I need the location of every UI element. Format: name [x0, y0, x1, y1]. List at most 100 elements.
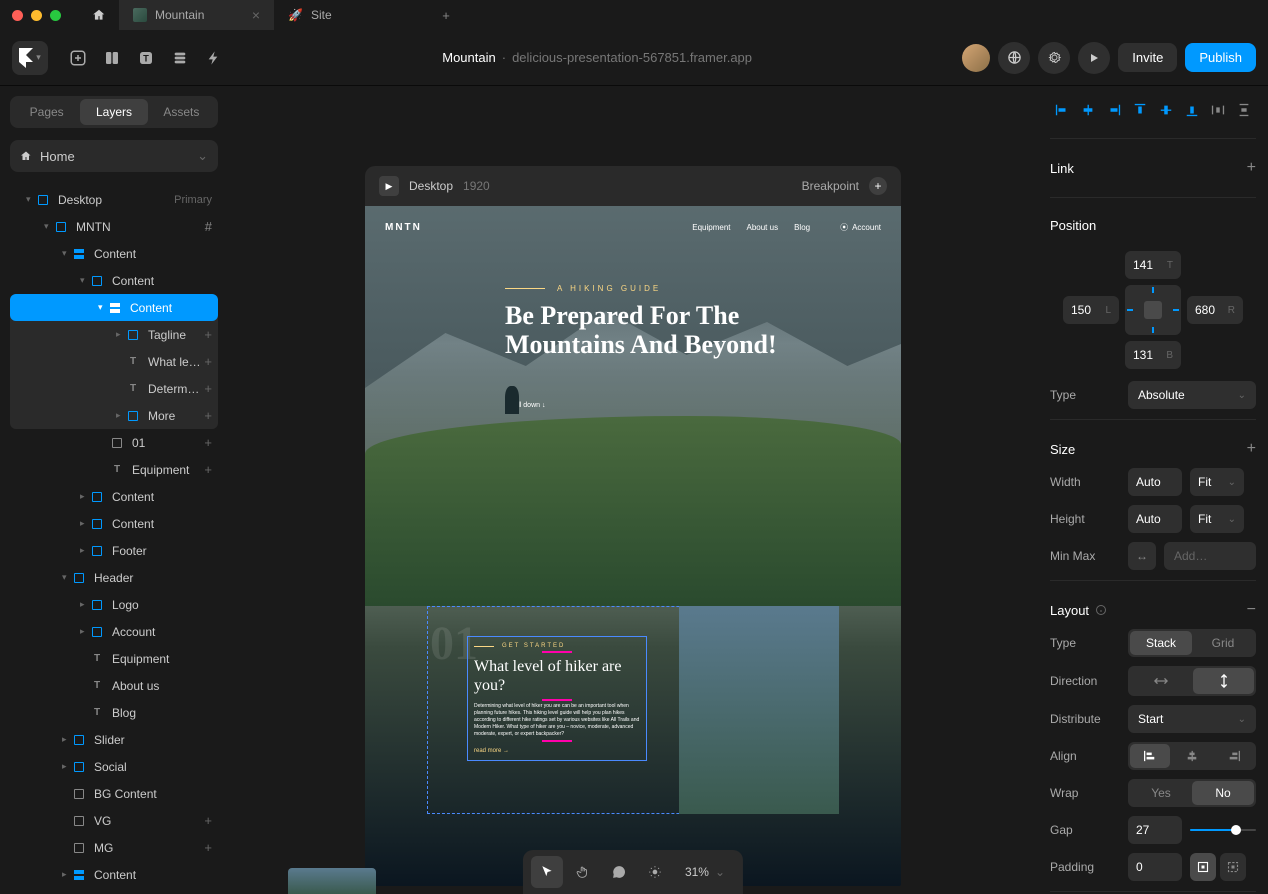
layer-account[interactable]: ▸Account [10, 618, 218, 645]
wrap-no-button[interactable]: No [1192, 781, 1254, 805]
layer-bg-content[interactable]: BG Content [10, 780, 218, 807]
actions-button[interactable] [198, 42, 230, 74]
padding-all-button[interactable] [1190, 853, 1216, 881]
layer-01[interactable]: 01+ [10, 429, 218, 456]
position-left-input[interactable]: 150L [1063, 296, 1119, 324]
add-icon[interactable]: + [204, 462, 212, 477]
theme-tool-button[interactable] [639, 856, 671, 888]
layer-blog[interactable]: TBlog [10, 699, 218, 726]
tab-pages[interactable]: Pages [13, 99, 80, 125]
caret-icon[interactable]: ▾ [44, 221, 54, 232]
canvas[interactable]: ▶ Desktop 1920 Breakpoint + MNTN Equipme… [228, 86, 1038, 894]
align-center-v-button[interactable] [1155, 98, 1178, 122]
layer-social[interactable]: ▸Social [10, 753, 218, 780]
align-left-button[interactable] [1050, 98, 1073, 122]
caret-icon[interactable]: ▾ [98, 302, 108, 313]
caret-icon[interactable]: ▾ [62, 572, 72, 583]
project-url[interactable]: delicious-presentation-567851.framer.app [512, 50, 752, 65]
align-center-button[interactable] [1172, 744, 1212, 768]
align-start-button[interactable] [1130, 744, 1170, 768]
caret-icon[interactable]: ▸ [80, 626, 90, 637]
play-frame-button[interactable]: ▶ [379, 176, 399, 196]
align-bottom-button[interactable] [1181, 98, 1204, 122]
layer-content[interactable]: ▸Content [10, 861, 218, 888]
position-top-input[interactable]: 141T [1125, 251, 1181, 279]
breakpoint-label[interactable]: Breakpoint [802, 179, 859, 193]
caret-icon[interactable]: ▸ [80, 518, 90, 529]
add-breakpoint-button[interactable]: + [869, 177, 887, 195]
add-tab-button[interactable]: + [429, 8, 463, 23]
tab-site[interactable]: 🚀 Site [274, 0, 429, 30]
layout-button[interactable] [96, 42, 128, 74]
add-icon[interactable]: + [204, 354, 212, 369]
publish-button[interactable]: Publish [1185, 43, 1256, 72]
align-end-button[interactable] [1214, 744, 1254, 768]
caret-icon[interactable]: ▸ [62, 869, 72, 880]
distribute-select[interactable]: Start⌄ [1128, 705, 1256, 733]
layer-equipment[interactable]: TEquipment+ [10, 456, 218, 483]
tab-mountain[interactable]: Mountain × [119, 0, 274, 30]
zoom-selector[interactable]: 31%⌄ [675, 865, 735, 879]
padding-sides-button[interactable] [1220, 853, 1246, 881]
position-bottom-input[interactable]: 131B [1125, 341, 1181, 369]
layer-mg[interactable]: MG+ [10, 834, 218, 861]
caret-icon[interactable]: ▸ [62, 761, 72, 772]
comment-tool-button[interactable] [603, 856, 635, 888]
preview-button[interactable] [1078, 42, 1110, 74]
home-tab[interactable] [79, 8, 119, 22]
page-selector[interactable]: Home ⌄ [10, 140, 218, 172]
layer-mntn[interactable]: ▾MNTN# [10, 213, 218, 240]
framer-menu-button[interactable]: ▾ [12, 41, 48, 75]
add-icon[interactable]: + [204, 435, 212, 450]
add-icon[interactable]: + [204, 327, 212, 342]
position-type-select[interactable]: Absolute⌄ [1128, 381, 1256, 409]
maximize-window-icon[interactable] [50, 10, 61, 21]
minmax-toggle-button[interactable]: ↔ [1128, 542, 1156, 570]
add-icon[interactable]: + [204, 813, 212, 828]
layer-slider[interactable]: ▸Slider [10, 726, 218, 753]
distribute-h-button[interactable] [1207, 98, 1230, 122]
layer-determ[interactable]: TDeterm…+ [10, 375, 218, 402]
insert-button[interactable] [62, 42, 94, 74]
layer-equipment[interactable]: TEquipment [10, 645, 218, 672]
collapse-layout-button[interactable]: − [1247, 601, 1256, 619]
cms-button[interactable] [164, 42, 196, 74]
layer-content[interactable]: ▾Content [10, 240, 218, 267]
caret-icon[interactable]: ▾ [62, 248, 72, 259]
caret-icon[interactable]: ▸ [116, 410, 126, 421]
select-tool-button[interactable] [531, 856, 563, 888]
direction-horizontal-button[interactable] [1130, 668, 1191, 694]
wrap-yes-button[interactable]: Yes [1130, 781, 1192, 805]
grid-button[interactable]: Grid [1192, 631, 1254, 655]
caret-icon[interactable]: ▾ [80, 275, 90, 286]
canvas-thumbnail[interactable] [288, 868, 376, 894]
info-icon[interactable] [1095, 604, 1107, 616]
add-icon[interactable]: + [204, 840, 212, 855]
stack-button[interactable]: Stack [1130, 631, 1192, 655]
minimize-window-icon[interactable] [31, 10, 42, 21]
section-content-selected[interactable]: GET STARTED What level of hiker are you?… [467, 636, 647, 761]
layer-desktop[interactable]: ▾DesktopPrimary [10, 186, 218, 213]
close-tab-icon[interactable]: × [252, 7, 260, 23]
invite-button[interactable]: Invite [1118, 43, 1177, 72]
design-preview[interactable]: MNTN Equipment About us Blog ⦿ Account A… [365, 206, 901, 886]
add-link-button[interactable]: + [1247, 159, 1256, 177]
align-top-button[interactable] [1128, 98, 1151, 122]
layer-content[interactable]: ▸Content [10, 483, 218, 510]
caret-icon[interactable]: ▸ [62, 734, 72, 745]
layer-content-selected[interactable]: ▾Content [10, 294, 218, 321]
layer-about-us[interactable]: TAbout us [10, 672, 218, 699]
position-anchor[interactable] [1125, 285, 1181, 335]
layer-what-level[interactable]: TWhat le…+ [10, 348, 218, 375]
text-button[interactable]: T [130, 42, 162, 74]
layer-tagline[interactable]: ▸Tagline+ [10, 321, 218, 348]
layer-logo[interactable]: ▸Logo [10, 591, 218, 618]
layer-footer[interactable]: ▸Footer [10, 537, 218, 564]
frame-label[interactable]: Desktop [409, 179, 453, 193]
minmax-input[interactable] [1164, 542, 1256, 570]
tab-assets[interactable]: Assets [148, 99, 215, 125]
caret-icon[interactable]: ▸ [80, 491, 90, 502]
height-fit-select[interactable]: Fit⌄ [1190, 505, 1244, 533]
direction-vertical-button[interactable] [1193, 668, 1254, 694]
layer-vg[interactable]: VG+ [10, 807, 218, 834]
